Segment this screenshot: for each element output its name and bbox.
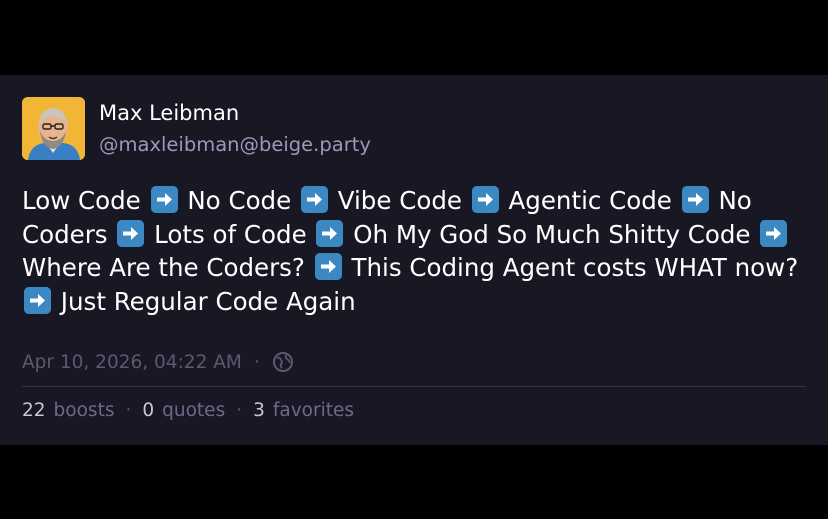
right-arrow-emoji-icon (314, 253, 342, 280)
favorites-stat[interactable]: 3 favorites (253, 400, 354, 421)
stat-separator: · (236, 400, 243, 421)
author-handle[interactable]: @maxleibman@beige.party (99, 133, 371, 156)
post-meta: Apr 10, 2026, 04:22 AM · (22, 351, 294, 373)
post-card: Max Leibman @maxleibman@beige.party Low … (0, 75, 828, 445)
post-timestamp[interactable]: Apr 10, 2026, 04:22 AM (22, 352, 242, 373)
post-text: Just Regular Code Again (60, 286, 356, 316)
post-stats: 22 boosts · 0 quotes · 3 favorites (22, 400, 354, 421)
boosts-stat[interactable]: 22 boosts (22, 400, 114, 421)
post-text: Agentic Code (508, 186, 672, 215)
globe-icon (272, 351, 294, 373)
post-line: Coders Lots of Code Oh My God So Much Sh… (22, 218, 806, 252)
boosts-label: boosts (53, 400, 115, 421)
quotes-label: quotes (162, 400, 226, 421)
post-text: This Coding Agent costs WHAT now? (351, 253, 799, 282)
right-arrow-emoji-icon (300, 186, 328, 213)
post-text: Where Are the Coders? (22, 253, 305, 282)
post-content: Low Code No Code Vibe Code Agentic Code … (22, 184, 806, 318)
post-line: Where Are the Coders? This Coding Agent … (22, 251, 806, 285)
right-arrow-emoji-icon (316, 219, 344, 247)
right-arrow-emoji-icon (760, 219, 788, 247)
avatar[interactable] (22, 97, 85, 160)
favorites-label: favorites (272, 400, 355, 421)
post-line: Just Regular Code Again (22, 285, 806, 319)
right-arrow-emoji-icon (24, 286, 51, 314)
post-line: Low Code No Code Vibe Code Agentic Code … (22, 184, 806, 218)
post-text: Low Code (22, 186, 141, 215)
quotes-count: 0 (142, 400, 155, 421)
post-text: Coders (22, 219, 108, 249)
meta-separator: · (253, 351, 260, 373)
divider (22, 386, 806, 387)
right-arrow-emoji-icon (150, 186, 178, 213)
author-name[interactable]: Max Leibman (99, 101, 239, 125)
post-text: No Code (187, 186, 292, 215)
favorites-count: 3 (253, 400, 265, 421)
right-arrow-emoji-icon (117, 219, 145, 247)
boosts-count: 22 (22, 400, 46, 421)
stat-separator: · (125, 400, 132, 421)
post-text: Vibe Code (337, 186, 462, 215)
right-arrow-emoji-icon (681, 186, 709, 213)
right-arrow-emoji-icon (471, 186, 499, 213)
post-text: Oh My God So Much Shitty Code (353, 219, 751, 249)
quotes-stat[interactable]: 0 quotes (142, 400, 225, 421)
post-text: No (718, 186, 752, 215)
post-text: Lots of Code (154, 219, 307, 249)
